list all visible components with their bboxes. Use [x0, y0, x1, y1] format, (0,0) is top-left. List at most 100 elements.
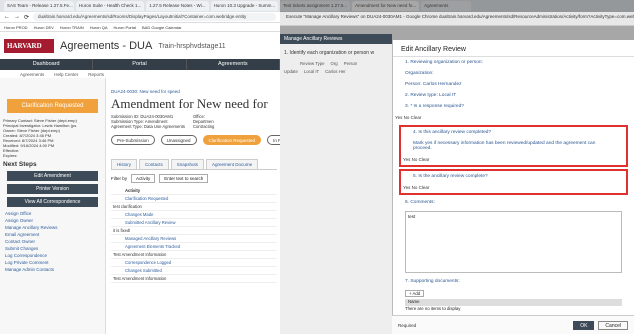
popup-window-bar: Execute "Manage Ancillary Reviews" on DU… [280, 12, 634, 26]
documents-empty: There are no items to display [405, 306, 461, 311]
ok-button[interactable]: OK [573, 320, 595, 330]
action-link[interactable]: Manage Admin Contacts [3, 266, 102, 273]
documents-column-header: Name [405, 299, 622, 306]
q1-person: Person: Carlos Hernandez [405, 82, 462, 87]
printer-version-button[interactable]: Printer Version [7, 184, 98, 194]
filter-row: Filter by Activity Enter text to search [111, 174, 277, 183]
nav-dashboard[interactable]: Dashboard [0, 59, 94, 70]
browser-tab[interactable]: Huron 10.3 Upgrade - Summ... [210, 1, 279, 11]
action-link[interactable]: Email Agreement [3, 231, 102, 238]
browser-tab[interactable]: Huron Suite - Health Check 1... [76, 1, 145, 11]
action-link[interactable]: Log Private Comment [3, 259, 102, 266]
main-nav: Dashboard Portal Agreements [0, 59, 280, 70]
search-input[interactable]: Enter text to search [159, 174, 209, 183]
q3-radio[interactable]: Yes No Clear [393, 112, 634, 123]
workflow-state-current: Clarification Requested [202, 135, 262, 145]
q3-label: 3. * Is a response required? [405, 104, 464, 109]
action-link[interactable]: Assign Office [3, 210, 102, 217]
status-badge: Clarification Requested [7, 99, 98, 113]
harvard-logo[interactable]: HARVARD [4, 39, 54, 53]
history-activity[interactable]: Submitted Ancillary Review [111, 219, 277, 227]
bookmark[interactable]: BAD Google Calendar [142, 25, 182, 30]
col-org: Org [330, 61, 338, 66]
workflow-state: In Rev [267, 135, 280, 145]
view-correspondence-button[interactable]: View All Correspondence [7, 197, 98, 207]
submission-detail: Agreement Type: Data Use Agreements [111, 124, 185, 129]
col-person: Person [343, 61, 358, 66]
documents-table: + Add Name There are no items to display [405, 290, 622, 311]
app-header: HARVARD Agreements - DUA Train-hrsphvdst… [0, 33, 280, 59]
back-icon[interactable]: ← [4, 14, 10, 20]
tab-contacts[interactable]: Contacts [139, 159, 169, 169]
manage-reviews-header: Manage Ancillary Reviews [280, 34, 392, 44]
page-title: Amendment for New need for [111, 96, 268, 111]
q5-label: 5. Is the ancillary review complete? [413, 174, 488, 179]
tab-snapshots[interactable]: Snapshots [170, 159, 205, 169]
sub-nav: Agreements Help Center Reports [0, 70, 280, 78]
history-activity[interactable]: Managed Ancillary Reviews [111, 235, 277, 243]
history-activity[interactable]: Changes Made [111, 211, 277, 219]
bookmark[interactable]: Huron TRAIN [60, 25, 84, 30]
edit-ancillary-review-dialog: Edit Ancillary Review 1. Reviewing organ… [392, 40, 634, 334]
breadcrumb[interactable]: DUA24-0030: New need for speed [111, 89, 277, 94]
filter-select[interactable]: Activity [131, 174, 156, 183]
manage-reviews-panel: Manage Ancillary Reviews 1. Identify eac… [280, 34, 392, 334]
comments-textarea[interactable]: test [405, 211, 622, 273]
q4-radio[interactable]: Yes No Clear [401, 154, 626, 165]
workflow-state: Unassigned [160, 135, 197, 145]
bookmark[interactable]: Huron QA [90, 25, 108, 30]
col-review-type: Review Type [300, 61, 325, 66]
action-link[interactable]: Contact Owner [3, 238, 102, 245]
q5-radio[interactable]: Yes No Clear [401, 182, 626, 193]
filter-label: Filter by [111, 176, 128, 181]
bookmark[interactable]: Huron PROD [4, 25, 28, 30]
history-activity[interactable]: Agreement Elements Tracked [111, 243, 277, 251]
forward-icon[interactable]: → [14, 14, 20, 20]
add-document-button[interactable]: + Add [405, 290, 425, 297]
history-activity[interactable]: Clarification Requested [111, 195, 277, 203]
bookmark[interactable]: Huron Portal [114, 25, 136, 30]
dialog-footer: Required OK Cancel [392, 315, 634, 334]
q6-label: 6. Comments: [405, 200, 435, 205]
subnav-agreements[interactable]: Agreements [20, 72, 44, 77]
meta-line: Expires: [3, 153, 18, 158]
action-link[interactable]: Assign Owner [3, 217, 102, 224]
q1-org: Organization: [405, 71, 434, 76]
tab-agreement-docs[interactable]: Agreement Docume [206, 159, 259, 169]
q4-label: 4. Is this ancillary review completed? [413, 130, 492, 135]
edit-amendment-button[interactable]: Edit Amendment [7, 171, 98, 181]
q1-label: 1. Reviewing organization or person: [405, 60, 483, 65]
tab-history[interactable]: History [111, 159, 138, 169]
nav-portal[interactable]: Portal [93, 59, 187, 70]
history-note: test clarification [111, 203, 277, 211]
q4-help: Mark yes if necessary information has be… [413, 141, 596, 151]
required-note: Required [398, 322, 417, 328]
history-note: Test Amendment Information [111, 275, 277, 283]
nav-agreements[interactable]: Agreements [187, 59, 280, 70]
address-bar-row: ← → ⟳ dualtrain.harvard.edu/Agreements/s… [0, 12, 280, 23]
browser-tab[interactable]: SAS Team - Release 1.27.5.Fe... [4, 1, 74, 11]
update-link[interactable]: Update [284, 69, 298, 74]
q7-label: 7. Supporting documents: [405, 279, 460, 284]
bookmarks-bar: Huron PROD Huron DEV Huron TRAIN Huron Q… [0, 23, 280, 32]
history-activity[interactable]: Correspondence Logged [111, 259, 277, 267]
url-field[interactable]: dualtrain.harvard.edu/Agreements/sd/Room… [33, 13, 276, 21]
action-link[interactable]: Log Correspondence [3, 252, 102, 259]
reviews-table: Review Type Org Person Update Local IT C… [284, 61, 388, 74]
next-steps-heading: Next Steps [3, 161, 37, 168]
history-activity[interactable]: Changes Submitted [111, 267, 277, 275]
reload-icon[interactable]: ⟳ [24, 14, 29, 21]
row-person: Carlos Her [325, 69, 346, 74]
question-1: 1. Identify each organization or person … [284, 50, 375, 56]
highlight-box: 4. Is this ancillary review completed? M… [399, 125, 628, 167]
history-note: Test Amendment Information [111, 251, 277, 259]
bookmark[interactable]: Huron DEV [34, 25, 54, 30]
user-name[interactable]: Train-hrsphvdstage11 [158, 43, 225, 50]
cancel-button[interactable]: Cancel [598, 320, 628, 330]
subnav-reports[interactable]: Reports [88, 72, 104, 77]
browser-tab[interactable]: 1.27.5 Release Notes - Wi... [146, 1, 209, 11]
subnav-help[interactable]: Help Center [54, 72, 78, 77]
action-link[interactable]: Submit Changes [3, 245, 102, 252]
action-link[interactable]: Manage Ancillary Reviews [3, 224, 102, 231]
q2-review-type: 2. Review type: Local IT [405, 93, 457, 98]
